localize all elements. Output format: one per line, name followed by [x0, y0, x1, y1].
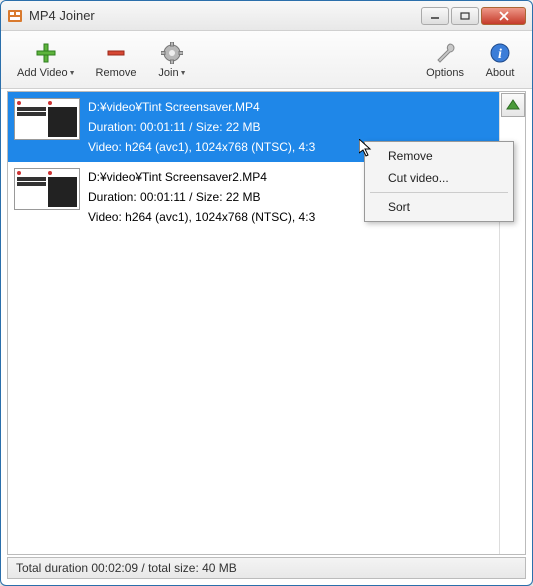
- item-video-info: Video: h264 (avc1), 1024x768 (NTSC), 4:3: [88, 208, 315, 226]
- context-menu: Remove Cut video... Sort: [364, 141, 514, 222]
- item-details: D:¥video¥Tint Screensaver2.MP4 Duration:…: [88, 168, 315, 226]
- add-video-button[interactable]: Add Video▼: [9, 39, 84, 81]
- options-label: Options: [426, 67, 464, 79]
- menu-cut-video[interactable]: Cut video...: [368, 167, 510, 189]
- join-label: Join▼: [158, 67, 186, 79]
- menu-separator: [370, 192, 508, 193]
- join-button[interactable]: Join▼: [148, 39, 196, 81]
- info-icon: i: [488, 41, 512, 65]
- item-path: D:¥video¥Tint Screensaver.MP4: [88, 98, 315, 116]
- item-meta: Duration: 00:01:11 / Size: 22 MB: [88, 188, 315, 206]
- about-button[interactable]: i About: [476, 39, 524, 81]
- gear-icon: [160, 41, 184, 65]
- item-meta: Duration: 00:01:11 / Size: 22 MB: [88, 118, 315, 136]
- close-button[interactable]: [481, 7, 526, 25]
- wrench-icon: [433, 41, 457, 65]
- video-thumbnail: [14, 168, 80, 210]
- window-controls: [421, 7, 526, 25]
- app-window: MP4 Joiner Add Video▼ Remove Join▼ Optio…: [0, 0, 533, 586]
- plus-icon: [34, 41, 58, 65]
- minus-icon: [104, 41, 128, 65]
- status-text: Total duration 00:02:09 / total size: 40…: [16, 561, 237, 575]
- menu-sort[interactable]: Sort: [368, 196, 510, 218]
- item-path: D:¥video¥Tint Screensaver2.MP4: [88, 168, 315, 186]
- app-icon: [7, 8, 23, 24]
- video-thumbnail: [14, 98, 80, 140]
- options-button[interactable]: Options: [418, 39, 472, 81]
- minimize-button[interactable]: [421, 7, 449, 25]
- add-video-label: Add Video▼: [17, 67, 76, 79]
- remove-label: Remove: [96, 67, 137, 79]
- toolbar: Add Video▼ Remove Join▼ Options i About: [1, 31, 532, 89]
- maximize-button[interactable]: [451, 7, 479, 25]
- item-details: D:¥video¥Tint Screensaver.MP4 Duration: …: [88, 98, 315, 156]
- svg-text:i: i: [498, 47, 502, 62]
- arrow-up-icon: [506, 99, 520, 111]
- item-video-info: Video: h264 (avc1), 1024x768 (NTSC), 4:3: [88, 138, 315, 156]
- about-label: About: [486, 67, 515, 79]
- menu-remove[interactable]: Remove: [368, 145, 510, 167]
- status-bar: Total duration 00:02:09 / total size: 40…: [7, 557, 526, 579]
- titlebar[interactable]: MP4 Joiner: [1, 1, 532, 31]
- remove-button[interactable]: Remove: [88, 39, 145, 81]
- window-title: MP4 Joiner: [29, 8, 421, 23]
- move-up-button[interactable]: [501, 93, 525, 117]
